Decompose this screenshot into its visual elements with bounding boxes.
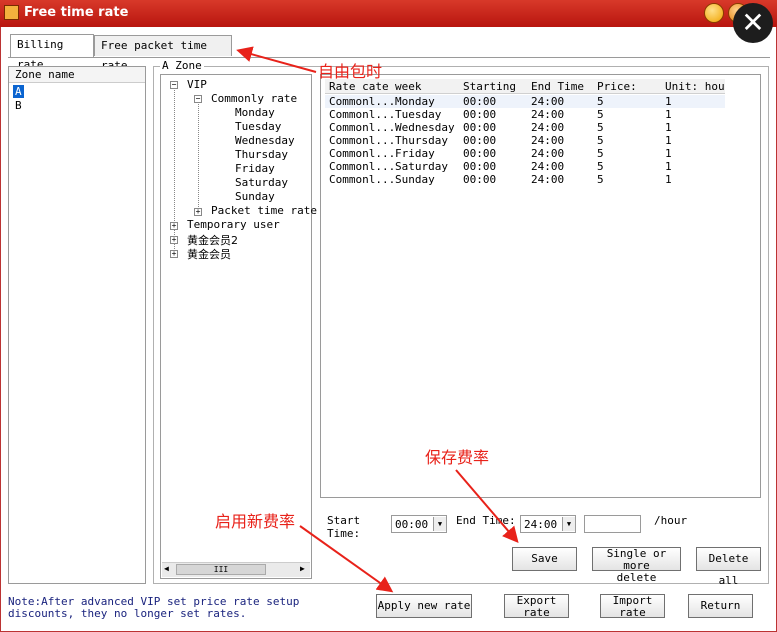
annotation-arrow	[455, 469, 519, 544]
annotation-apply-rate: 启用新费率	[215, 512, 296, 531]
annotation-arrow	[236, 46, 317, 73]
annotation-arrow	[299, 525, 394, 593]
annotation-free-packet: 自由包时	[318, 62, 383, 81]
annotation-save-rate: 保存费率	[425, 448, 490, 467]
annotation-arrows	[236, 46, 519, 593]
